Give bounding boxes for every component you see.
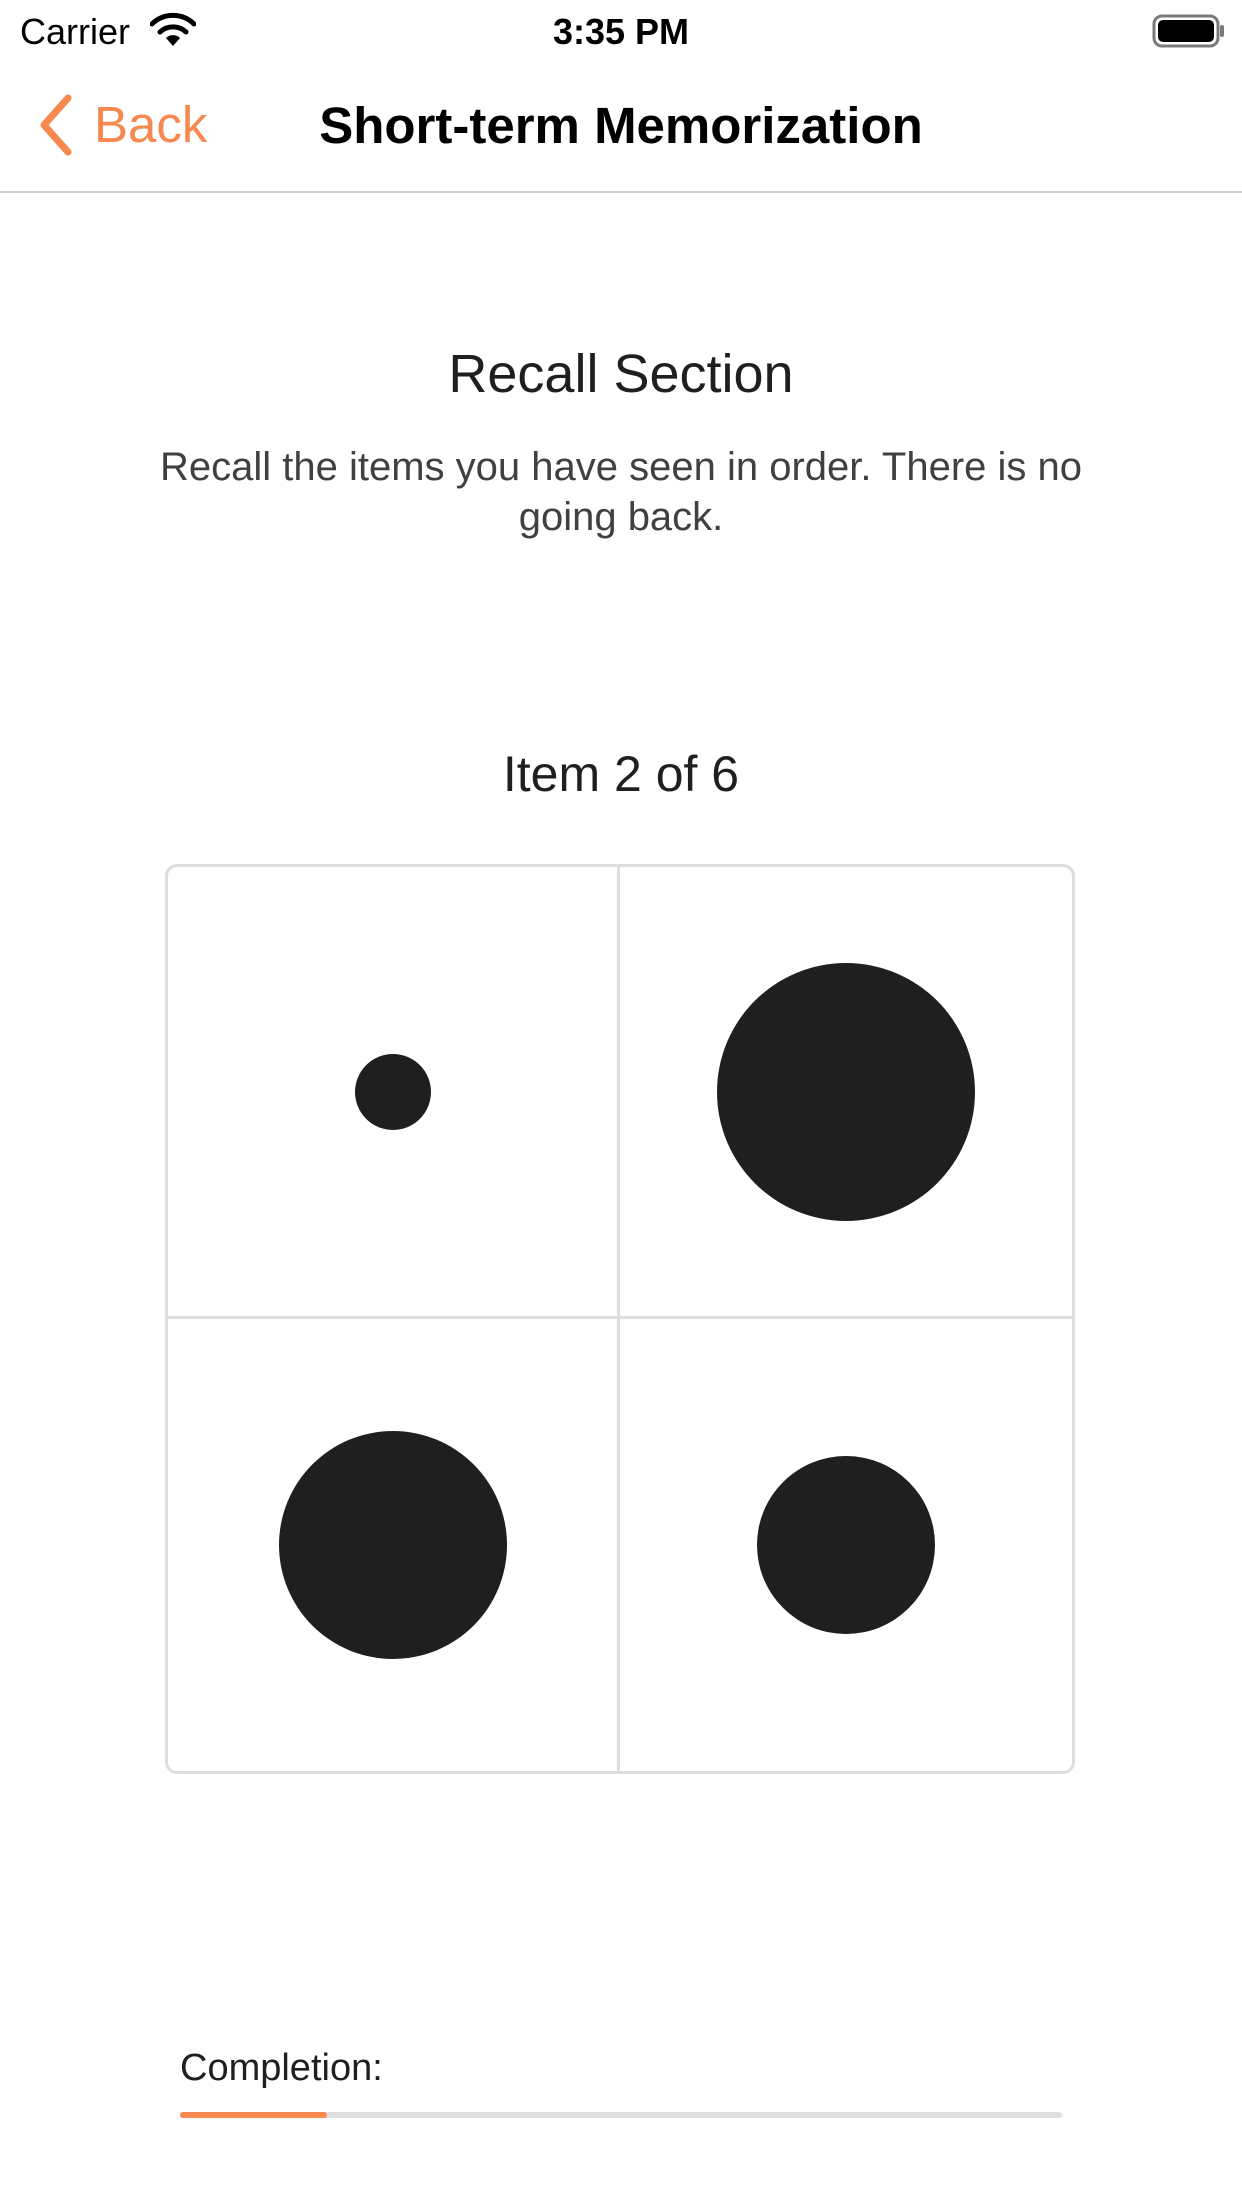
completion-label: Completion: (180, 2047, 383, 2089)
dot-medium (757, 1456, 935, 1634)
navigation-bar: Back Short-term Memorization (0, 60, 1242, 193)
section-instructions: Recall the items you have seen in order.… (160, 445, 1082, 539)
status-bar: Carrier 3:35 PM (0, 0, 1242, 60)
status-time: 3:35 PM (552, 11, 690, 52)
choice-cell-bottom-right[interactable] (620, 1319, 1072, 1771)
dot-extra-large (717, 962, 975, 1221)
completion-progress-bar (180, 2112, 1062, 2118)
battery-icon (1152, 14, 1224, 48)
choice-cell-top-right[interactable] (620, 867, 1072, 1319)
choice-grid (165, 864, 1075, 1774)
dot-small (354, 1053, 431, 1130)
choice-cell-top-left[interactable] (168, 867, 620, 1319)
nav-title: Short-term Memorization (319, 97, 923, 154)
dot-large (278, 1431, 507, 1659)
completion-progress-fill (180, 2112, 328, 2118)
section-title: Recall Section (448, 344, 794, 404)
screen: Carrier 3:35 PM Back Short-term Memoriza… (0, 0, 1242, 2208)
choice-cell-bottom-left[interactable] (168, 1319, 620, 1771)
item-counter: Item 2 of 6 (502, 746, 740, 802)
